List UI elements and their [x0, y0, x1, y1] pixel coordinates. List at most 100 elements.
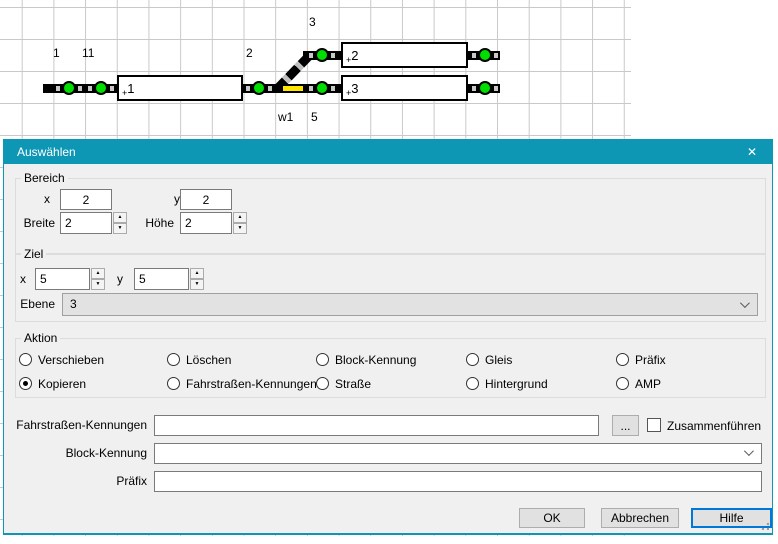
- ziel-y-stepper: ▲ ▼: [134, 268, 204, 290]
- ebene-select[interactable]: 3: [62, 293, 758, 316]
- spin-up-button[interactable]: ▲: [190, 268, 204, 279]
- dialog-title: Auswählen: [17, 140, 76, 164]
- radio-icon: [19, 377, 32, 390]
- spin-up-button[interactable]: ▲: [113, 212, 127, 223]
- fahrstrassen-input[interactable]: [154, 415, 599, 436]
- turnout-yellow-indicator[interactable]: [283, 86, 303, 91]
- rail-mark: [472, 53, 476, 58]
- spin-down-button[interactable]: ▼: [91, 279, 105, 290]
- rail-mark: [88, 86, 92, 91]
- group-bereich-legend: Bereich: [21, 171, 68, 185]
- close-button[interactable]: ✕: [732, 140, 772, 164]
- stepper-buttons: ▲ ▼: [113, 212, 127, 234]
- rail-mark: [472, 86, 476, 91]
- track-label: 5: [311, 110, 318, 124]
- zusammenfuehren-label: Zusammenführen: [667, 419, 761, 433]
- radio-label: Kopieren: [38, 377, 86, 391]
- radio-icon: [466, 377, 479, 390]
- signal-green-icon[interactable]: [478, 48, 492, 62]
- rail-mark: [110, 86, 114, 91]
- group-bereich: Bereich x y Breite ▲ ▼ Höhe ▲ ▼: [15, 178, 766, 254]
- radio-icon: [616, 353, 629, 366]
- bereich-y-label: y: [147, 192, 180, 206]
- dialog-window: Auswählen ✕ Bereich x y Breite ▲ ▼ Höhe: [3, 139, 773, 535]
- close-icon: ✕: [747, 145, 757, 159]
- block-label: +1: [122, 81, 135, 98]
- ok-button[interactable]: OK: [519, 508, 585, 528]
- radio-label: Löschen: [186, 353, 231, 367]
- zusammenfuehren-checkbox[interactable]: [647, 418, 661, 432]
- group-ziel-legend: Ziel: [21, 247, 46, 261]
- radio-label: Präfix: [635, 353, 666, 367]
- rail-mark: [494, 86, 498, 91]
- spin-down-button[interactable]: ▼: [113, 223, 127, 234]
- hoehe-stepper: ▲ ▼: [180, 212, 247, 234]
- spin-up-button[interactable]: ▲: [233, 212, 247, 223]
- ziel-y-input[interactable]: [134, 268, 189, 290]
- radio-label: Block-Kennung: [335, 353, 416, 367]
- app-window: +1 +2 +3 1 11 2 3 w1 5 Auswählen ✕ Berei…: [0, 0, 778, 544]
- track-label: 3: [309, 15, 316, 29]
- track-label: 11: [82, 46, 94, 60]
- praefix-input[interactable]: [154, 471, 762, 492]
- signal-green-icon[interactable]: [62, 81, 76, 95]
- breite-stepper: ▲ ▼: [60, 212, 127, 234]
- signal-green-icon[interactable]: [252, 81, 266, 95]
- rail-mark: [78, 86, 82, 91]
- signal-green-icon[interactable]: [478, 81, 492, 95]
- track-label: 2: [246, 46, 253, 60]
- praefix-label: Präfix: [4, 474, 147, 488]
- rail-mark: [494, 53, 498, 58]
- block-label: +3: [346, 81, 359, 98]
- block-rect[interactable]: +2: [341, 42, 468, 68]
- radio-icon: [316, 353, 329, 366]
- group-ziel: Ziel x ▲ ▼ y ▲ ▼ Ebene 3: [15, 254, 766, 322]
- ziel-x-label: x: [20, 272, 26, 286]
- rail-mark: [246, 86, 250, 91]
- block-kennung-select[interactable]: [154, 443, 762, 464]
- hoehe-label: Höhe: [136, 216, 174, 230]
- stepper-buttons: ▲ ▼: [190, 268, 204, 290]
- block-kennung-label: Block-Kennung: [4, 446, 147, 460]
- ziel-x-input[interactable]: [35, 268, 90, 290]
- block-rect[interactable]: +1: [117, 75, 243, 101]
- hoehe-input[interactable]: [180, 212, 232, 234]
- track-label: 1: [53, 46, 60, 60]
- rail-mark: [331, 53, 335, 58]
- signal-green-icon[interactable]: [315, 81, 329, 95]
- bereich-x-field[interactable]: [60, 189, 112, 210]
- bereich-x-label: x: [16, 192, 50, 206]
- radio-label: Straße: [335, 377, 371, 391]
- radio-label: Verschieben: [38, 353, 104, 367]
- breite-input[interactable]: [60, 212, 112, 234]
- radio-label: Fahrstraßen-Kennungen: [186, 377, 317, 391]
- ebene-value: 3: [70, 297, 77, 311]
- rail-mark: [331, 86, 335, 91]
- group-aktion-legend: Aktion: [21, 331, 60, 345]
- ebene-label: Ebene: [16, 297, 55, 311]
- signal-green-icon[interactable]: [315, 48, 329, 62]
- radio-icon: [616, 377, 629, 390]
- dialog-titlebar[interactable]: Auswählen ✕: [4, 140, 772, 164]
- resize-grip[interactable]: [760, 521, 769, 530]
- browse-button[interactable]: ...: [612, 415, 639, 436]
- chevron-down-icon: [744, 446, 754, 456]
- cancel-button[interactable]: Abbrechen: [601, 508, 679, 528]
- radio-icon: [167, 377, 180, 390]
- rail-mark: [268, 86, 272, 91]
- spin-up-button[interactable]: ▲: [91, 268, 105, 279]
- bereich-y-field[interactable]: [180, 189, 232, 210]
- block-rect[interactable]: +3: [341, 75, 468, 101]
- stepper-buttons: ▲ ▼: [233, 212, 247, 234]
- radio-icon: [466, 353, 479, 366]
- ziel-y-label: y: [117, 272, 123, 286]
- spin-down-button[interactable]: ▼: [233, 223, 247, 234]
- radio-label: Gleis: [485, 353, 512, 367]
- spin-down-button[interactable]: ▼: [190, 279, 204, 290]
- signal-green-icon[interactable]: [94, 81, 108, 95]
- fahrstrassen-label: Fahrstraßen-Kennungen: [4, 418, 147, 432]
- rail-mark: [309, 53, 313, 58]
- chevron-down-icon: [740, 298, 750, 308]
- ziel-x-stepper: ▲ ▼: [35, 268, 105, 290]
- stepper-buttons: ▲ ▼: [91, 268, 105, 290]
